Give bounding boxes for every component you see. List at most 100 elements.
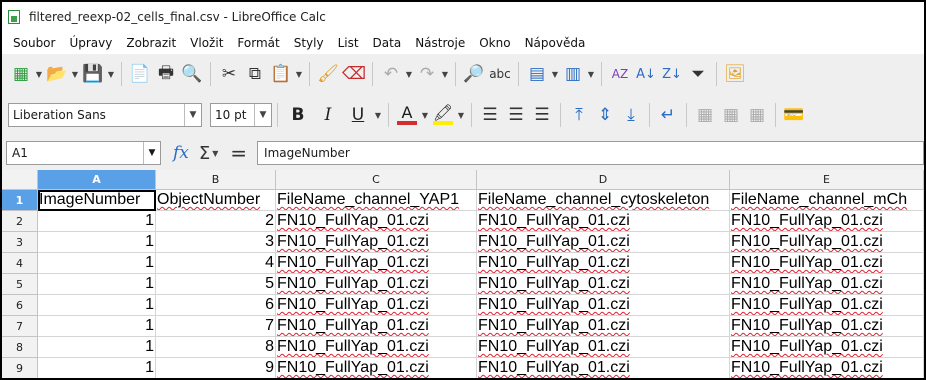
formula-equals-icon[interactable]: = xyxy=(230,141,247,165)
cell-a6[interactable]: 1 xyxy=(38,295,156,316)
underline-dropdown-arrow[interactable]: ▼ xyxy=(373,111,383,120)
cell-e7[interactable]: FN10_FullYap_01.czi xyxy=(730,316,924,337)
cell-d6[interactable]: FN10_FullYap_01.czi xyxy=(477,295,730,316)
column-dropdown-arrow[interactable]: ▼ xyxy=(586,70,596,79)
underline-button[interactable]: U xyxy=(343,105,373,125)
cell-e5[interactable]: FN10_FullYap_01.czi xyxy=(730,274,924,295)
cell-c7[interactable]: FN10_FullYap_01.czi xyxy=(276,316,477,337)
sort-icon[interactable]: AZ xyxy=(607,61,633,87)
cell-d1[interactable]: FileName_channel_cytoskeleton xyxy=(477,190,730,211)
column-header-d[interactable]: D xyxy=(477,170,730,190)
new-document-icon[interactable]: ▦ xyxy=(8,61,34,87)
cell-a5[interactable]: 1 xyxy=(38,274,156,295)
row-dropdown-arrow[interactable]: ▼ xyxy=(550,70,560,79)
column-header-c[interactable]: C xyxy=(276,170,477,190)
sum-dropdown-arrow[interactable]: ▼ xyxy=(210,149,220,158)
row-header-3[interactable]: 3 xyxy=(2,232,38,253)
name-box[interactable]: A1 ▼ xyxy=(6,141,161,165)
row-header-1[interactable]: 1 xyxy=(2,190,38,211)
menu-format[interactable]: Formát xyxy=(235,36,281,50)
align-left-icon[interactable]: ☰ xyxy=(477,102,503,128)
cut-icon[interactable]: ✂ xyxy=(216,61,242,87)
cell-e3[interactable]: FN10_FullYap_01.czi xyxy=(730,232,924,253)
cell-a2[interactable]: 1 xyxy=(38,211,156,232)
cell-d5[interactable]: FN10_FullYap_01.czi xyxy=(477,274,730,295)
merge-cells-icon[interactable]: ▦ xyxy=(692,102,718,128)
clone-formatting-icon[interactable]: 🖌 xyxy=(315,61,341,87)
row-header-4[interactable]: 4 xyxy=(2,253,38,274)
paste-dropdown-arrow[interactable]: ▼ xyxy=(294,70,304,79)
align-right-icon[interactable]: ☰ xyxy=(529,102,555,128)
open-folder-icon[interactable]: 📂 xyxy=(44,61,70,87)
menu-zobrazit[interactable]: Zobrazit xyxy=(124,36,178,50)
align-top-icon[interactable]: ⤒ xyxy=(566,102,592,128)
cell-c2[interactable]: FN10_FullYap_01.czi xyxy=(276,211,477,232)
chevron-down-icon[interactable]: ▼ xyxy=(143,142,160,164)
highlight-dropdown-arrow[interactable]: ▼ xyxy=(456,111,466,120)
cell-b6[interactable]: 6 xyxy=(156,295,276,316)
highlight-color-button[interactable]: 🖍 xyxy=(430,105,456,125)
cell-e2[interactable]: FN10_FullYap_01.czi xyxy=(730,211,924,232)
sort-ascending-icon[interactable]: A↓ xyxy=(633,61,659,87)
font-size-box[interactable]: 10 pt ▼ xyxy=(210,103,272,127)
align-bottom-icon[interactable]: ⤓ xyxy=(618,102,644,128)
row-icon[interactable]: ▤ xyxy=(524,61,550,87)
undo-icon[interactable]: ↶ xyxy=(378,61,404,87)
column-icon[interactable]: ▥ xyxy=(560,61,586,87)
cell-c6[interactable]: FN10_FullYap_01.czi xyxy=(276,295,477,316)
copy-icon[interactable]: ⧉ xyxy=(242,61,268,87)
undo-dropdown-arrow[interactable]: ▼ xyxy=(404,70,414,79)
cell-e4[interactable]: FN10_FullYap_01.czi xyxy=(730,253,924,274)
currency-format-icon[interactable]: 💳 xyxy=(781,102,807,128)
font-name-box[interactable]: Liberation Sans ▼ xyxy=(8,103,202,127)
cell-b8[interactable]: 8 xyxy=(156,337,276,358)
cell-c9[interactable]: FN10_FullYap_01.czi xyxy=(276,358,477,378)
row-header-5[interactable]: 5 xyxy=(2,274,38,295)
autofilter-icon[interactable]: ⏷ xyxy=(685,61,711,87)
cell-d7[interactable]: FN10_FullYap_01.czi xyxy=(477,316,730,337)
row-header-8[interactable]: 8 xyxy=(2,337,38,358)
wrap-text-icon[interactable]: ↵ xyxy=(655,102,681,128)
cell-e9[interactable]: FN10_FullYap_01.czi xyxy=(730,358,924,378)
cell-e8[interactable]: FN10_FullYap_01.czi xyxy=(730,337,924,358)
cell-a9[interactable]: 1 xyxy=(38,358,156,378)
menu-data[interactable]: Data xyxy=(371,36,404,50)
clear-formatting-icon[interactable]: ⌫ xyxy=(341,61,367,87)
cell-e1[interactable]: FileName_channel_mCh xyxy=(730,190,924,211)
export-pdf-icon[interactable]: 📄 xyxy=(127,61,153,87)
menu-napoveda[interactable]: Nápověda xyxy=(523,36,588,50)
save-icon[interactable]: 💾 xyxy=(80,61,106,87)
cell-d8[interactable]: FN10_FullYap_01.czi xyxy=(477,337,730,358)
row-header-7[interactable]: 7 xyxy=(2,316,38,337)
cell-a7[interactable]: 1 xyxy=(38,316,156,337)
menu-vlozit[interactable]: Vložit xyxy=(188,36,225,50)
cell-a3[interactable]: 1 xyxy=(38,232,156,253)
merge-center-icon[interactable]: ▦ xyxy=(744,102,770,128)
print-preview-icon[interactable]: 🔍 xyxy=(179,61,205,87)
cell-c8[interactable]: FN10_FullYap_01.czi xyxy=(276,337,477,358)
spreadsheet-grid[interactable]: A B C D E 1 ImageNumber ObjectNumber FileName_ch… xyxy=(2,170,924,378)
unmerge-cells-icon[interactable]: ▦ xyxy=(718,102,744,128)
save-dropdown-arrow[interactable]: ▼ xyxy=(106,70,116,79)
cell-b4[interactable]: 4 xyxy=(156,253,276,274)
cell-c1[interactable]: FileName_channel_YAP1 xyxy=(276,190,477,211)
cell-b5[interactable]: 5 xyxy=(156,274,276,295)
insert-image-icon[interactable]: 🖼 xyxy=(722,61,748,87)
column-header-e[interactable]: E xyxy=(730,170,924,190)
cell-c3[interactable]: FN10_FullYap_01.czi xyxy=(276,232,477,253)
cell-d9[interactable]: FN10_FullYap_01.czi xyxy=(477,358,730,378)
cell-a1[interactable]: ImageNumber xyxy=(38,190,156,211)
cell-c4[interactable]: FN10_FullYap_01.czi xyxy=(276,253,477,274)
cell-a8[interactable]: 1 xyxy=(38,337,156,358)
font-color-dropdown-arrow[interactable]: ▼ xyxy=(420,111,430,120)
redo-icon[interactable]: ↷ xyxy=(414,61,440,87)
formula-input[interactable]: ImageNumber xyxy=(257,141,924,165)
paste-icon[interactable]: 📋 xyxy=(268,61,294,87)
cell-b9[interactable]: 9 xyxy=(156,358,276,378)
cell-c5[interactable]: FN10_FullYap_01.czi xyxy=(276,274,477,295)
cell-b3[interactable]: 3 xyxy=(156,232,276,253)
redo-dropdown-arrow[interactable]: ▼ xyxy=(440,70,450,79)
cell-a4[interactable]: 1 xyxy=(38,253,156,274)
cell-d4[interactable]: FN10_FullYap_01.czi xyxy=(477,253,730,274)
row-header-9[interactable]: 9 xyxy=(2,358,38,378)
